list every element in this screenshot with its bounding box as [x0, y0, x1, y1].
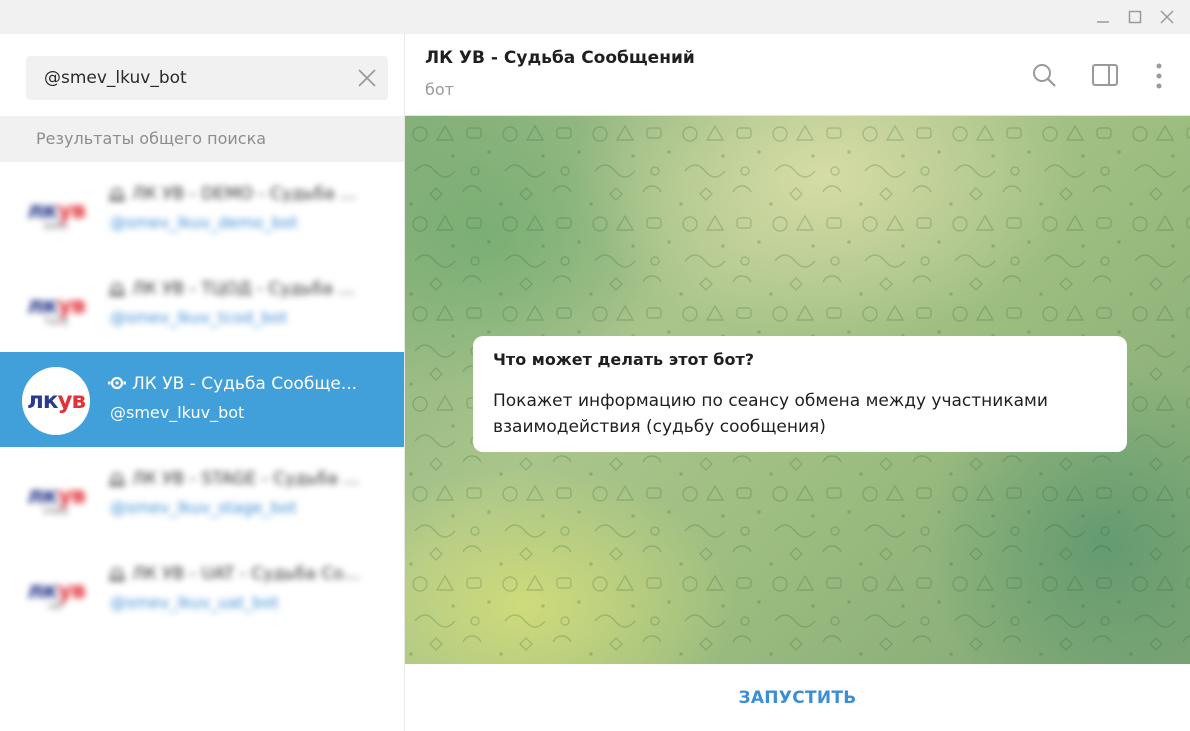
search-result-item[interactable]: лкув DEMO ЛК УВ - DEMO - Судьба ... @sme…	[0, 162, 404, 257]
result-name: ЛК УВ - DEMO - Судьба ...	[108, 184, 356, 204]
avatar: лкув DEMO	[22, 177, 90, 245]
bottom-bar: ЗАПУСТИТЬ	[405, 664, 1190, 731]
bot-icon	[108, 376, 126, 390]
lkuv-logo: лкув	[26, 387, 86, 414]
lkuv-logo: лкув	[26, 197, 86, 224]
bot-icon	[109, 188, 125, 201]
chat-panel: ЛК УВ - Судьба Сообщений бот Что может д…	[405, 34, 1190, 731]
chat-header[interactable]: ЛК УВ - Судьба Сообщений бот	[405, 34, 1190, 116]
bot-icon	[109, 473, 125, 486]
lkuv-logo: лкув	[26, 482, 86, 509]
window-titlebar	[0, 0, 1190, 34]
lkuv-logo: лкув	[26, 577, 86, 604]
chat-status: бот	[425, 80, 454, 99]
results-list: лкув DEMO ЛК УВ - DEMO - Судьба ... @sme…	[0, 162, 404, 637]
result-handle: @smev_lkuv_uat_bot	[110, 593, 279, 612]
search-result-item[interactable]: лкув ТЦОД ЛК УВ - ТЦОД - Судьба ... @sme…	[0, 257, 404, 352]
bot-icon	[109, 568, 125, 581]
start-button[interactable]: ЗАПУСТИТЬ	[405, 664, 1190, 731]
avatar-sub: UAT	[48, 602, 64, 611]
bubble-title: Что может делать этот бот?	[493, 350, 755, 369]
avatar-sub: ТЦОД	[44, 317, 68, 326]
more-menu-icon[interactable]	[1153, 62, 1165, 90]
result-handle: @smev_lkuv_bot	[110, 403, 245, 422]
bubble-text: Покажет информацию по сеансу обмена межд…	[493, 391, 1048, 437]
clear-search-icon[interactable]	[356, 67, 378, 89]
avatar: лкув ТЦОД	[22, 272, 90, 340]
bot-description-bubble: Что может делать этот бот? Покажет инфор…	[473, 336, 1127, 452]
result-handle: @smev_lkuv_stage_bot	[110, 498, 297, 517]
search-result-item[interactable]: лкув STAGE ЛК УВ - STAGE - Судьба ... @s…	[0, 447, 404, 542]
avatar: лкув UAT	[22, 557, 90, 625]
results-header: Результаты общего поиска	[0, 116, 404, 162]
avatar-sub: STAGE	[43, 507, 69, 516]
result-name: ЛК УВ - Судьба Сообще...	[108, 374, 357, 394]
avatar: лкув STAGE	[22, 462, 90, 530]
result-handle: @smev_lkuv_demo_bot	[110, 213, 298, 232]
chat-title: ЛК УВ - Судьба Сообщений	[425, 48, 695, 68]
avatar: лкув	[22, 367, 90, 435]
bot-icon	[109, 283, 125, 296]
search-box	[26, 56, 388, 100]
minimize-icon[interactable]	[1086, 4, 1120, 30]
result-name: ЛК УВ - STAGE - Судьба ...	[108, 469, 359, 489]
avatar-sub: DEMO	[43, 222, 69, 231]
lkuv-logo: лкув	[26, 292, 86, 319]
results-header-label: Результаты общего поиска	[36, 129, 267, 148]
maximize-icon[interactable]	[1118, 4, 1152, 30]
search-result-item[interactable]: лкув UAT ЛК УВ - UAT - Судьба Со... @sme…	[0, 542, 404, 637]
close-icon[interactable]	[1150, 4, 1184, 30]
chat-background: Что может делать этот бот? Покажет инфор…	[405, 116, 1190, 664]
left-panel: Результаты общего поиска лкув DEMO ЛК УВ…	[0, 34, 405, 731]
sidebar-toggle-icon[interactable]	[1091, 62, 1119, 88]
search-input[interactable]	[44, 56, 344, 100]
result-name: ЛК УВ - UAT - Судьба Со...	[108, 564, 360, 584]
search-icon[interactable]	[1031, 62, 1057, 88]
result-name: ЛК УВ - ТЦОД - Судьба ...	[108, 279, 355, 299]
search-result-item-selected[interactable]: лкув ЛК УВ - Судьба Сообще... @smev_lkuv…	[0, 352, 404, 447]
result-handle: @smev_lkuv_tcod_bot	[110, 308, 288, 327]
